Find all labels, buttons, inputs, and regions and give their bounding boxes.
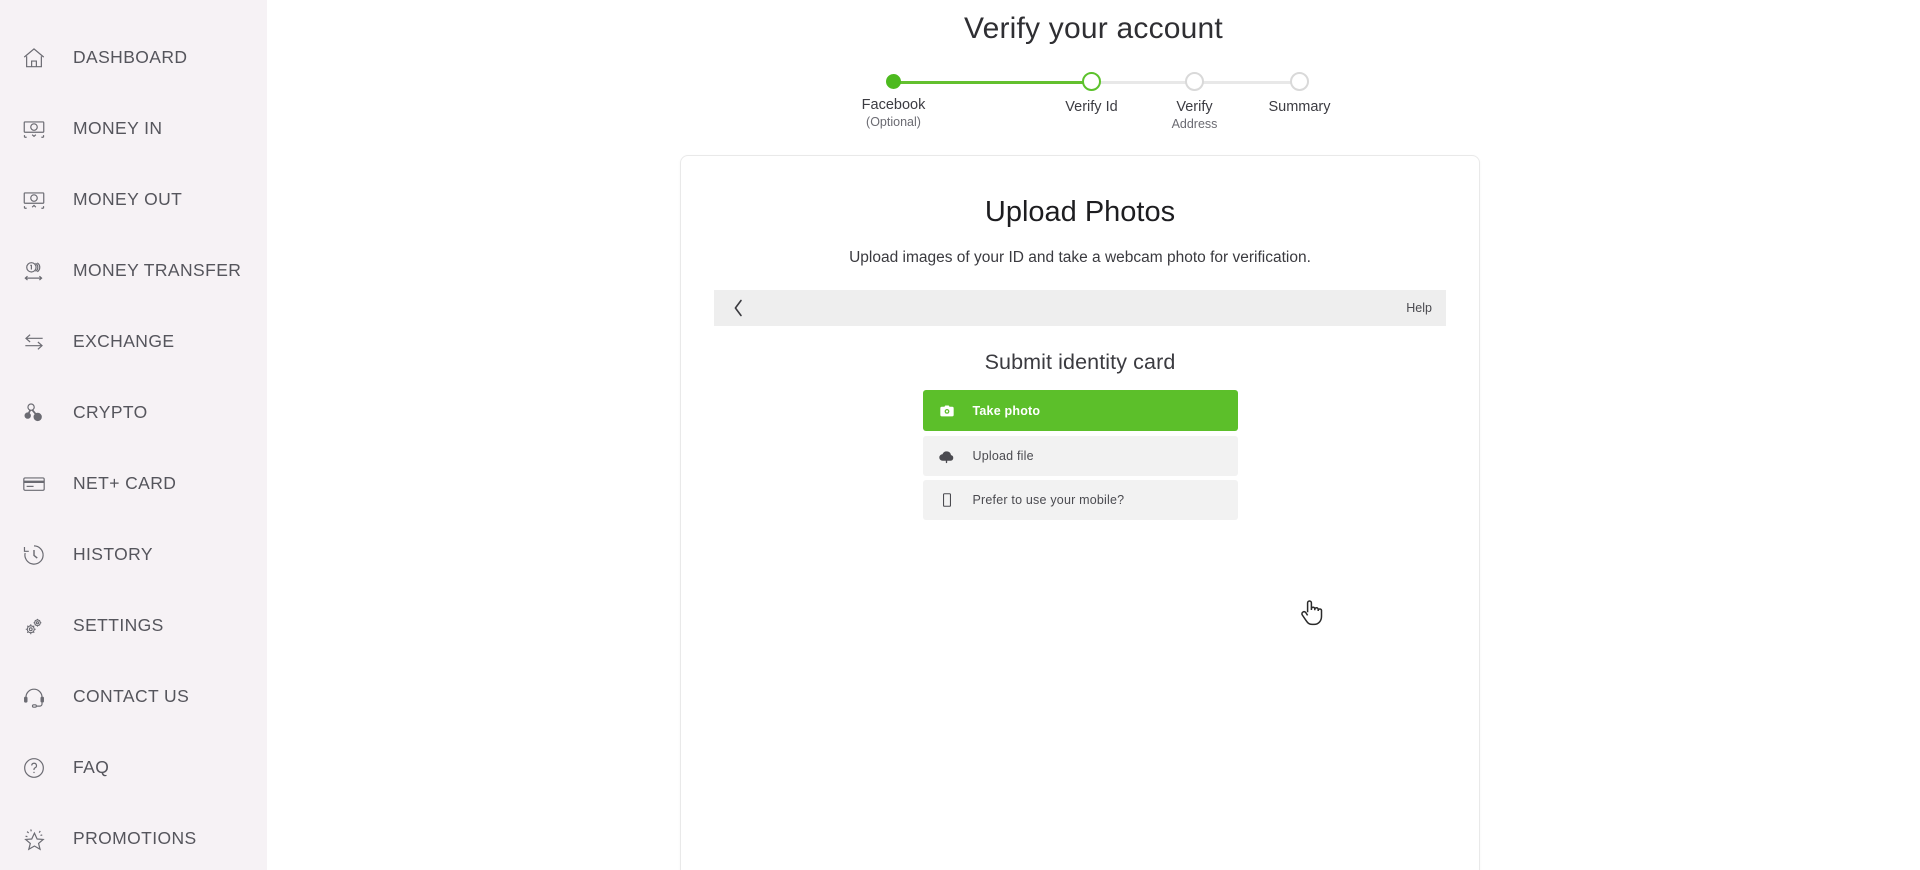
card-icon — [14, 471, 54, 497]
widget-heading: Submit identity card — [984, 350, 1176, 374]
sidebar-item-contact-us[interactable]: CONTACT US — [0, 661, 267, 732]
gears-icon — [14, 613, 54, 639]
money-out-icon — [14, 187, 54, 213]
sidebar-item-history[interactable]: HISTORY — [0, 519, 267, 590]
app-root: DASHBOARD MONEY IN MONEY OUT MONEY TRANS… — [0, 0, 1920, 870]
option-label: Upload file — [972, 449, 1034, 463]
take-photo-button[interactable]: Take photo — [922, 390, 1238, 431]
sidebar-item-faq[interactable]: FAQ — [0, 732, 267, 803]
headset-icon — [14, 684, 54, 710]
stepper-step-label: Verify — [1176, 99, 1213, 115]
sidebar-item-settings[interactable]: SETTINGS — [0, 590, 267, 661]
camera-icon — [933, 403, 961, 419]
stepper-step-sublabel: Address — [1171, 117, 1218, 131]
stepper-step-label: Facebook — [861, 97, 926, 113]
card-title: Upload Photos — [984, 196, 1176, 228]
sidebar-item-label: DASHBOARD — [73, 47, 188, 67]
verification-stepper: Facebook (Optional) Verify Id Verify Add… — [862, 72, 1331, 142]
history-clock-icon — [14, 542, 54, 568]
sidebar: DASHBOARD MONEY IN MONEY OUT MONEY TRANS… — [0, 0, 267, 870]
sidebar-item-exchange[interactable]: EXCHANGE — [0, 306, 267, 377]
sidebar-item-money-out[interactable]: MONEY OUT — [0, 164, 267, 235]
sidebar-item-dashboard[interactable]: DASHBOARD — [0, 22, 267, 93]
money-in-icon — [14, 116, 54, 142]
sidebar-item-label: FAQ — [73, 757, 110, 777]
sidebar-item-label: NET+ CARD — [73, 473, 177, 493]
sidebar-item-label: SETTINGS — [73, 615, 164, 635]
cloud-upload-icon — [933, 448, 961, 465]
sidebar-item-label: MONEY OUT — [73, 189, 183, 209]
card-subtitle: Upload images of your ID and take a webc… — [849, 249, 1311, 266]
sidebar-item-label: HISTORY — [73, 544, 153, 564]
stepper-step-facebook[interactable]: Facebook (Optional) — [834, 72, 954, 131]
chevron-left-icon[interactable] — [726, 295, 750, 321]
sidebar-item-net-plus-card[interactable]: NET+ CARD — [0, 448, 267, 519]
crypto-icon — [14, 400, 54, 426]
stepper-step-label: Verify Id — [1065, 99, 1118, 115]
star-sparkle-icon — [14, 826, 54, 852]
sidebar-item-label: MONEY IN — [73, 118, 163, 138]
sidebar-item-label: MONEY TRANSFER — [73, 260, 242, 280]
sidebar-item-crypto[interactable]: CRYPTO — [0, 377, 267, 448]
home-icon — [14, 45, 54, 71]
page-title: Verify your account — [964, 12, 1223, 45]
sidebar-item-label: CRYPTO — [73, 402, 148, 422]
stepper-dot-current[interactable] — [1082, 72, 1101, 91]
upload-photos-card: Upload Photos Upload images of your ID a… — [680, 155, 1480, 870]
sidebar-item-label: EXCHANGE — [73, 331, 175, 351]
stepper-dot-upcoming[interactable] — [1185, 72, 1204, 91]
stepper-dot-upcoming[interactable] — [1290, 72, 1309, 91]
sidebar-item-label: CONTACT US — [73, 686, 190, 706]
widget-toolbar: Help — [714, 290, 1446, 326]
stepper-dot-completed[interactable] — [886, 74, 901, 89]
help-link[interactable]: Help — [1406, 301, 1432, 315]
submit-options-list: Take photo Upload file Prefer to use you… — [922, 390, 1238, 520]
upload-file-button[interactable]: Upload file — [922, 436, 1238, 476]
stepper-step-summary[interactable]: Summary — [1240, 72, 1360, 116]
sidebar-item-money-in[interactable]: MONEY IN — [0, 93, 267, 164]
stepper-step-sublabel: (Optional) — [866, 115, 921, 129]
mobile-phone-icon — [933, 492, 961, 508]
sidebar-item-money-transfer[interactable]: MONEY TRANSFER — [0, 235, 267, 306]
stepper-step-verify-id[interactable]: Verify Id — [1032, 72, 1152, 116]
stepper-step-verify-address[interactable]: Verify Address — [1135, 72, 1255, 133]
stepper-step-label: Summary — [1268, 99, 1331, 115]
money-transfer-icon — [14, 258, 54, 284]
exchange-icon — [14, 329, 54, 355]
sidebar-item-promotions[interactable]: PROMOTIONS — [0, 803, 267, 870]
question-circle-icon — [14, 755, 54, 781]
main-content: Verify your account Facebook (Optional) … — [267, 0, 1920, 870]
sidebar-item-label: PROMOTIONS — [73, 828, 197, 848]
option-label: Take photo — [972, 403, 1041, 418]
option-label: Prefer to use your mobile? — [972, 493, 1125, 507]
use-mobile-button[interactable]: Prefer to use your mobile? — [922, 480, 1238, 520]
